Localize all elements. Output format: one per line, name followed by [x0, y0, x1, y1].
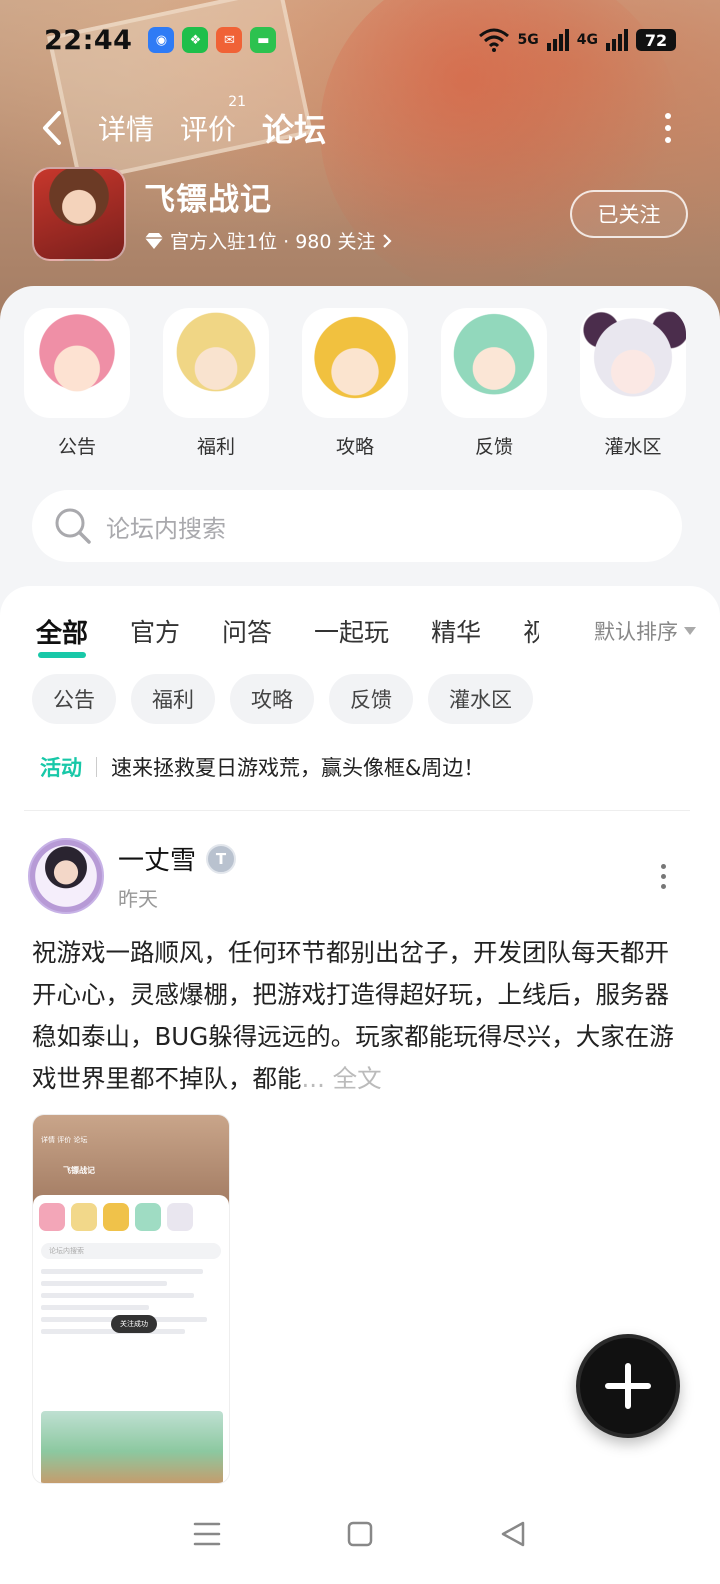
diamond-icon	[145, 232, 163, 249]
post-read-more-link[interactable]: ... 全文	[302, 1064, 382, 1093]
hotspot-icon: ◉	[148, 27, 175, 53]
signal-icon	[606, 29, 628, 51]
tab-forum[interactable]: 论坛	[262, 105, 326, 151]
filter-tab-video[interactable]: 视频	[523, 613, 539, 649]
post-image-thumbnail[interactable]: 详情 评价 论坛 飞镖战记 论坛内搜索 关注成功	[32, 1114, 230, 1484]
app-meta: 飞镖战记 官方入驻1位 · 980 关注	[144, 174, 392, 254]
app-stats-text: 官方入驻1位 · 980 关注	[170, 231, 376, 253]
filter-tab-qa[interactable]: 问答	[222, 613, 272, 649]
search-placeholder: 论坛内搜索	[106, 514, 226, 543]
back-triangle-icon[interactable]	[493, 1514, 533, 1554]
app-name: 飞镖战记	[144, 182, 272, 218]
post-time: 昨天	[118, 887, 158, 911]
top-navigation: 详情 评价 21 论坛	[0, 94, 720, 158]
filter-tab-featured[interactable]: 精华	[431, 613, 481, 649]
chevron-right-icon	[382, 233, 392, 248]
back-arrow-icon[interactable]	[32, 108, 72, 148]
avatar[interactable]	[28, 838, 104, 914]
tab-details[interactable]: 详情	[98, 108, 154, 148]
category-avatar	[163, 308, 269, 418]
wechat-pay-icon: ❖	[182, 27, 209, 53]
tab-reviews[interactable]: 评价 21	[180, 94, 246, 148]
thumb-app-name: 飞镖战记	[63, 1166, 95, 1175]
message-icon: ▬	[250, 27, 277, 53]
search-icon	[55, 508, 91, 544]
filter-tabs: 全部 官方 问答 一起玩 精华 视频 默认排序	[36, 608, 696, 658]
chip-welfare[interactable]: 福利	[131, 674, 215, 724]
status-bar: 22:44 ◉ ❖ ✉ ▬ 5G 4G 72	[0, 18, 720, 62]
chip-chat[interactable]: 灌水区	[428, 674, 533, 724]
plus-icon	[605, 1363, 651, 1409]
category-label: 反馈	[474, 436, 513, 458]
notification-icons: ◉ ❖ ✉ ▬	[148, 27, 277, 53]
category-label: 公告	[57, 436, 96, 458]
network-4g-label: 4G	[576, 32, 598, 48]
filter-tab-play-together[interactable]: 一起玩	[314, 613, 389, 649]
forum-search-bar[interactable]: 论坛内搜索	[32, 490, 682, 562]
mail-icon: ✉	[216, 27, 243, 53]
category-welfare[interactable]: 福利	[163, 308, 269, 459]
thumb-search: 论坛内搜索	[41, 1243, 221, 1259]
network-5g-label: 5G	[517, 32, 539, 48]
post-header: 一丈雪 T 昨天	[28, 836, 688, 916]
section-divider	[24, 810, 690, 811]
thumb-tabs: 详情 评价 论坛	[41, 1136, 88, 1144]
signal-icon	[546, 29, 569, 51]
category-guide[interactable]: 攻略	[302, 308, 408, 459]
thumb-categories	[33, 1195, 229, 1231]
category-chips: 公告 福利 攻略 反馈 灌水区	[32, 674, 533, 724]
sort-dropdown[interactable]: 默认排序	[566, 616, 696, 646]
category-avatar	[302, 308, 408, 418]
category-announcement[interactable]: 公告	[24, 308, 130, 459]
filter-tab-all[interactable]: 全部	[36, 613, 88, 658]
category-chat[interactable]: 灌水区	[580, 308, 686, 459]
post-more-icon[interactable]	[661, 863, 666, 889]
system-navigation-bar	[0, 1484, 720, 1584]
post-author-name[interactable]: 一丈雪	[118, 840, 196, 877]
chip-feedback[interactable]: 反馈	[329, 674, 413, 724]
battery-indicator: 72	[636, 29, 676, 51]
caret-down-icon	[684, 627, 696, 635]
follow-button[interactable]: 已关注	[570, 190, 688, 238]
activity-banner[interactable]: 活动 速来拯救夏日游戏荒，赢头像框&周边！	[40, 752, 690, 782]
thumb-header: 详情 评价 论坛 飞镖战记	[33, 1115, 229, 1205]
tab-reviews-label: 评价	[180, 113, 237, 146]
category-avatar	[580, 308, 686, 418]
post-author-info: 一丈雪 T 昨天	[118, 840, 237, 912]
chip-announcement[interactable]: 公告	[32, 674, 116, 724]
home-icon[interactable]	[340, 1514, 380, 1554]
app-stats[interactable]: 官方入驻1位 · 980 关注	[144, 227, 392, 254]
status-time: 22:44	[44, 24, 133, 56]
post-body[interactable]: 祝游戏一路顺风，任何环节都别出岔子，开发团队每天都开开心心，灵感爆棚，把游戏打造…	[32, 932, 682, 1100]
wifi-icon	[478, 28, 509, 52]
activity-divider	[96, 757, 97, 777]
create-post-button[interactable]	[576, 1334, 680, 1438]
more-options-icon[interactable]	[660, 108, 676, 148]
menu-icon[interactable]	[187, 1514, 227, 1554]
category-label: 攻略	[335, 436, 374, 458]
activity-tag: 活动	[40, 756, 82, 780]
app-info: 飞镖战记 官方入驻1位 · 980 关注 已关注	[32, 166, 688, 262]
category-list: 公告 福利 攻略 反馈 灌水区	[24, 308, 686, 459]
filter-tab-official[interactable]: 官方	[130, 613, 180, 649]
category-label: 福利	[196, 436, 235, 458]
status-indicators: 5G 4G 72	[478, 28, 676, 52]
app-icon[interactable]	[32, 167, 126, 261]
category-avatar	[441, 308, 547, 418]
thumb-game-art	[41, 1411, 223, 1483]
thumb-toast: 关注成功	[111, 1315, 157, 1333]
category-avatar	[24, 308, 130, 418]
category-feedback[interactable]: 反馈	[441, 308, 547, 459]
sort-label: 默认排序	[594, 620, 678, 644]
activity-text: 速来拯救夏日游戏荒，赢头像框&周边！	[111, 756, 485, 780]
review-count-badge: 21	[228, 94, 247, 110]
chip-guide[interactable]: 攻略	[230, 674, 314, 724]
category-label: 灌水区	[604, 436, 662, 458]
user-level-badge-icon: T	[206, 843, 237, 874]
